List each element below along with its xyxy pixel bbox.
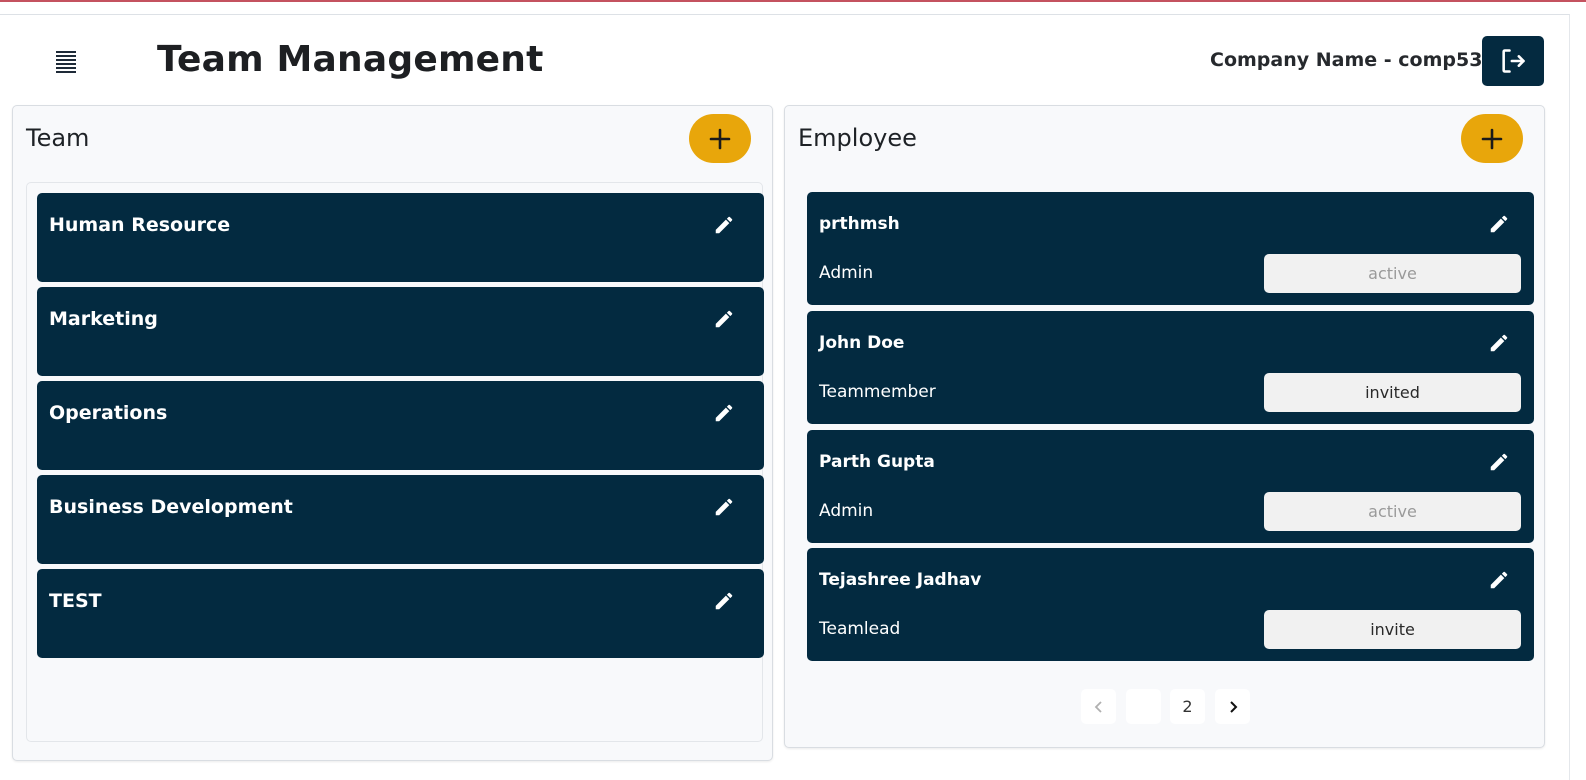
employee-card[interactable]: Parth Gupta Admin active bbox=[807, 430, 1534, 543]
logout-icon bbox=[1502, 49, 1525, 73]
add-employee-button[interactable] bbox=[1461, 114, 1523, 163]
employee-role: Admin bbox=[819, 501, 874, 521]
team-name: Human Resource bbox=[49, 214, 231, 236]
team-name: Operations bbox=[49, 402, 168, 424]
pencil-icon bbox=[715, 498, 733, 516]
team-name: Business Development bbox=[49, 496, 293, 518]
employee-card[interactable]: John Doe Teammember invited bbox=[807, 311, 1534, 424]
edit-team-button[interactable] bbox=[711, 400, 737, 426]
employee-name: John Doe bbox=[819, 333, 905, 353]
top-accent-line bbox=[0, 0, 1586, 2]
employee-name: prthmsh bbox=[819, 214, 900, 234]
pagination-page-button[interactable] bbox=[1126, 689, 1161, 724]
edit-employee-button[interactable] bbox=[1486, 449, 1512, 475]
edit-team-button[interactable] bbox=[711, 306, 737, 332]
employee-role: Admin bbox=[819, 263, 874, 283]
pencil-icon bbox=[715, 216, 733, 234]
team-list: Human Resource Marketing Operations Busi… bbox=[26, 182, 764, 742]
team-card[interactable]: Business Development bbox=[37, 475, 764, 564]
pencil-icon bbox=[715, 404, 733, 422]
team-name: Marketing bbox=[49, 308, 158, 330]
employee-card[interactable]: prthmsh Admin active bbox=[807, 192, 1534, 305]
chevron-left-icon bbox=[1094, 700, 1102, 713]
edit-team-button[interactable] bbox=[711, 494, 737, 520]
status-button[interactable]: invite bbox=[1264, 610, 1521, 649]
team-panel-title: Team bbox=[26, 124, 90, 152]
logout-button[interactable] bbox=[1482, 36, 1544, 86]
team-name: TEST bbox=[49, 590, 102, 612]
plus-icon bbox=[709, 128, 731, 149]
plus-icon bbox=[1481, 128, 1503, 149]
pencil-icon bbox=[1490, 453, 1508, 471]
status-button: active bbox=[1264, 492, 1521, 531]
status-button[interactable]: invited bbox=[1264, 373, 1521, 412]
pagination-next-button[interactable] bbox=[1215, 689, 1250, 724]
edit-employee-button[interactable] bbox=[1486, 211, 1512, 237]
employee-card[interactable]: Tejashree Jadhav Teamlead invite bbox=[807, 548, 1534, 661]
edit-employee-button[interactable] bbox=[1486, 330, 1512, 356]
hamburger-icon[interactable] bbox=[56, 51, 78, 73]
team-card[interactable]: Operations bbox=[37, 381, 764, 470]
team-panel: Team Human Resource Marketing Operations bbox=[12, 105, 773, 761]
chevron-right-icon bbox=[1229, 700, 1237, 713]
pagination-page-button[interactable]: 2 bbox=[1170, 689, 1205, 724]
employee-panel-title: Employee bbox=[798, 124, 917, 152]
pencil-icon bbox=[1490, 334, 1508, 352]
employee-panel: Employee prthmsh Admin active John Doe T… bbox=[784, 105, 1545, 748]
edit-team-button[interactable] bbox=[711, 212, 737, 238]
team-card[interactable]: Marketing bbox=[37, 287, 764, 376]
add-team-button[interactable] bbox=[689, 114, 751, 163]
employee-name: Parth Gupta bbox=[819, 452, 935, 472]
pencil-icon bbox=[1490, 215, 1508, 233]
company-name-label: Company Name - comp53 bbox=[1210, 49, 1483, 71]
page-title: Team Management bbox=[157, 39, 544, 80]
edit-employee-button[interactable] bbox=[1486, 567, 1512, 593]
status-button: active bbox=[1264, 254, 1521, 293]
pagination-prev-button[interactable] bbox=[1081, 689, 1116, 724]
team-card[interactable]: TEST bbox=[37, 569, 764, 658]
pencil-icon bbox=[715, 310, 733, 328]
team-card[interactable]: Human Resource bbox=[37, 193, 764, 282]
edit-team-button[interactable] bbox=[711, 588, 737, 614]
pencil-icon bbox=[1490, 571, 1508, 589]
pencil-icon bbox=[715, 592, 733, 610]
employee-role: Teammember bbox=[819, 382, 936, 402]
app-frame: Team Management Company Name - comp53 Te… bbox=[0, 14, 1570, 780]
employee-name: Tejashree Jadhav bbox=[819, 570, 982, 590]
employee-role: Teamlead bbox=[819, 619, 901, 639]
